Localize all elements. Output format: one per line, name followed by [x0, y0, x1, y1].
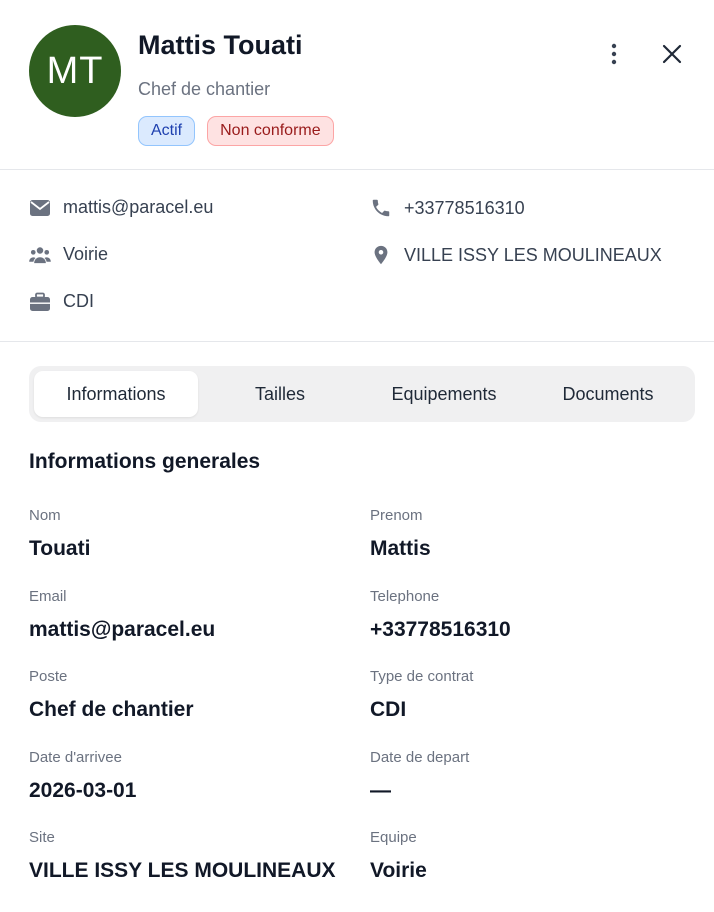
field-value: — — [370, 779, 391, 802]
avatar: MT — [29, 25, 121, 117]
field-date-depart: Date de depart — — [370, 748, 469, 804]
field-value: 2026-03-01 — [29, 779, 137, 802]
status-badges: Actif Non conforme — [138, 116, 334, 146]
tab-informations[interactable]: Informations — [34, 371, 198, 417]
more-options-button[interactable] — [600, 38, 628, 70]
users-group-icon — [29, 246, 51, 263]
field-prenom: Prenom Mattis — [370, 506, 431, 562]
close-button[interactable] — [656, 38, 688, 70]
briefcase-icon — [30, 292, 50, 311]
field-label: Email — [29, 588, 67, 605]
contact-contract-text: CDI — [63, 291, 94, 311]
field-value: VILLE ISSY LES MOULINEAUX — [29, 859, 336, 882]
contact-contract: CDI — [29, 291, 94, 312]
contact-email-text: mattis@paracel.eu — [63, 197, 214, 217]
close-icon — [662, 44, 682, 64]
employee-detail-panel: MT Mattis Touati Chef de chantier Actif … — [0, 0, 714, 912]
field-label: Type de contrat — [370, 668, 474, 685]
status-badge-active: Actif — [138, 116, 196, 146]
field-poste: Poste Chef de chantier — [29, 667, 194, 723]
employee-name: Mattis Touati — [138, 30, 303, 60]
field-date-arrivee: Date d'arrivee 2026-03-01 — [29, 748, 136, 804]
field-label: Equipe — [370, 829, 417, 846]
contact-summary: mattis@paracel.eu +33778516310 Voirie VI… — [0, 170, 714, 342]
tab-equipements[interactable]: Equipements — [362, 371, 526, 417]
contact-email[interactable]: mattis@paracel.eu — [29, 197, 213, 218]
field-type-contrat: Type de contrat CDI — [370, 667, 473, 723]
field-telephone: Telephone +33778516310 — [370, 587, 511, 643]
field-value: mattis@paracel.eu — [29, 618, 216, 641]
field-value: Mattis — [370, 537, 431, 560]
tab-tailles[interactable]: Tailles — [198, 371, 362, 417]
contact-team-text: Voirie — [63, 244, 109, 264]
field-value: Voirie — [370, 859, 427, 882]
tab-bar: Informations Tailles Equipements Documen… — [29, 366, 695, 422]
contact-phone-text: +33778516310 — [404, 197, 525, 218]
envelope-icon — [30, 199, 50, 216]
field-label: Date de depart — [370, 749, 470, 766]
field-label: Poste — [29, 668, 68, 685]
field-label: Date d'arrivee — [29, 749, 122, 766]
field-label: Prenom — [370, 507, 423, 524]
contact-location: VILLE ISSY LES MOULINEAUX — [370, 244, 662, 266]
contact-location-text: VILLE ISSY LES MOULINEAUX — [404, 244, 662, 265]
field-site: Site VILLE ISSY LES MOULINEAUX — [29, 828, 336, 884]
field-nom: Nom Touati — [29, 506, 90, 562]
field-value: CDI — [370, 698, 407, 721]
employee-role: Chef de chantier — [138, 79, 271, 99]
field-value: +33778516310 — [370, 618, 511, 641]
tab-documents[interactable]: Documents — [526, 371, 690, 417]
field-label: Nom — [29, 507, 61, 524]
phone-icon — [372, 199, 390, 217]
field-value: Chef de chantier — [29, 698, 194, 721]
field-label: Site — [29, 829, 55, 846]
kebab-vertical-icon — [611, 43, 617, 65]
field-label: Telephone — [370, 588, 440, 605]
map-pin-icon — [374, 245, 388, 265]
field-equipe: Equipe Voirie — [370, 828, 427, 884]
contact-team: Voirie — [29, 244, 108, 265]
status-badge-noncompliant: Non conforme — [207, 116, 334, 146]
section-title: Informations generales — [29, 450, 261, 473]
contact-phone[interactable]: +33778516310 — [370, 197, 525, 219]
field-value: Touati — [29, 537, 91, 560]
field-email: Email mattis@paracel.eu — [29, 587, 215, 643]
profile-header: MT Mattis Touati Chef de chantier Actif … — [0, 0, 714, 170]
